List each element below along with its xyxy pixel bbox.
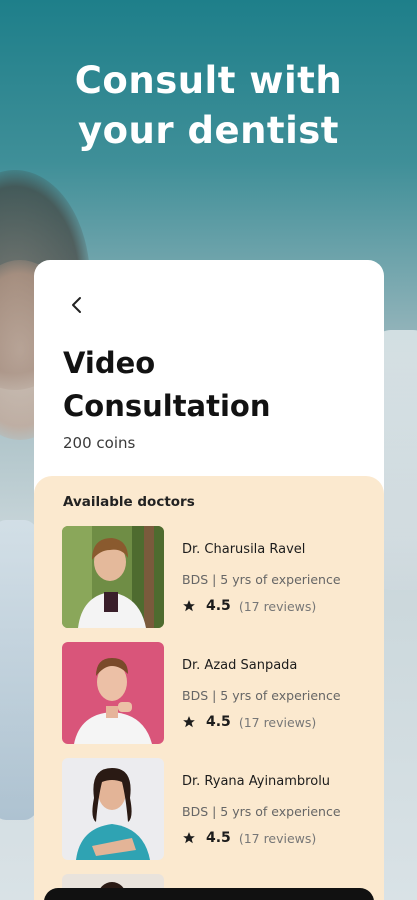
promo-headline: Consult with your dentist: [0, 56, 417, 156]
doctor-photo: [62, 526, 164, 628]
rating-value: 4.5: [206, 830, 231, 846]
doctor-rating: 4.5 (17 reviews): [182, 598, 316, 614]
doctor-card[interactable]: Dr. Azad Sanpada BDS | 5 yrs of experien…: [62, 642, 362, 746]
doctor-card[interactable]: Dr. Ryana Ayinambrolu BDS | 5 yrs of exp…: [62, 758, 362, 862]
headline-line-2: your dentist: [77, 109, 339, 152]
page-title: Video Consultation: [63, 342, 363, 428]
doctor-name: Dr. Azad Sanpada: [182, 658, 298, 673]
doctor-qualification: BDS | 5 yrs of experience: [182, 804, 341, 819]
doctor-photo: [62, 642, 164, 744]
doctor-photo: [62, 758, 164, 860]
star-icon: [183, 600, 195, 612]
review-count: (17 reviews): [238, 598, 317, 614]
headline-line-1: Consult with: [74, 59, 343, 102]
review-count: (17 reviews): [238, 830, 317, 846]
back-button[interactable]: [64, 292, 90, 318]
bottom-action-bar[interactable]: [44, 888, 374, 900]
doctor-qualification: BDS | 5 yrs of experience: [182, 572, 341, 587]
chevron-left-icon: [72, 297, 81, 313]
page-title-line-2: Consultation: [63, 389, 271, 423]
doctor-name: Dr. Charusila Ravel: [182, 542, 306, 557]
doctor-rating: 4.5 (17 reviews): [182, 714, 316, 730]
available-doctors-heading: Available doctors: [63, 494, 195, 510]
doctor-qualification: BDS | 5 yrs of experience: [182, 688, 341, 703]
star-icon: [183, 832, 195, 844]
consultation-price: 200 coins: [63, 434, 136, 452]
star-icon: [183, 716, 195, 728]
available-doctors-panel: Available doctors Dr. Charusila Ravel BD…: [34, 476, 384, 900]
doctor-card[interactable]: Dr. Charusila Ravel BDS | 5 yrs of exper…: [62, 526, 362, 630]
doctor-name: Dr. Ryana Ayinambrolu: [182, 774, 331, 789]
rating-value: 4.5: [206, 714, 231, 730]
rating-value: 4.5: [206, 598, 231, 614]
review-count: (17 reviews): [238, 714, 317, 730]
doctor-rating: 4.5 (17 reviews): [182, 830, 316, 846]
phone-screen-card: Video Consultation 200 coins Available d…: [34, 260, 384, 900]
page-title-line-1: Video: [63, 346, 156, 380]
